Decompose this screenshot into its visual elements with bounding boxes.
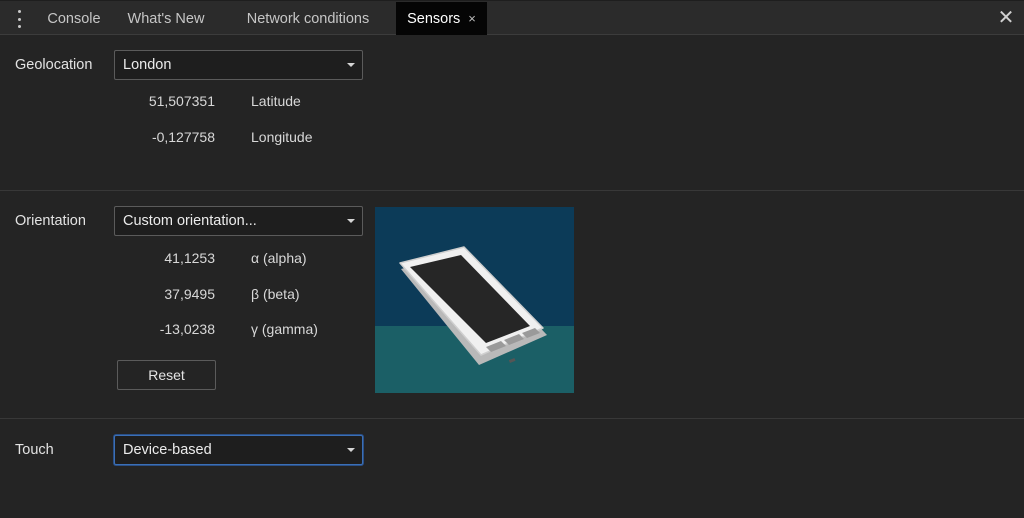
- phone-orientation-illustration: [375, 207, 574, 393]
- tab-sensors[interactable]: Sensors ×: [396, 2, 487, 35]
- tab-label: Network conditions: [246, 10, 370, 27]
- latitude-value[interactable]: 51,507351: [115, 93, 215, 109]
- touch-selected-value: Device-based: [123, 442, 212, 458]
- longitude-label: Longitude: [251, 129, 313, 145]
- latitude-label: Latitude: [251, 93, 301, 109]
- orientation-selected-value: Custom orientation...: [123, 213, 257, 229]
- gamma-value[interactable]: -13,0238: [115, 321, 215, 337]
- geolocation-label: Geolocation: [15, 57, 93, 73]
- section-divider: [0, 418, 1024, 419]
- alpha-value[interactable]: 41,1253: [115, 250, 215, 266]
- orientation-label: Orientation: [15, 213, 86, 229]
- reset-button[interactable]: Reset: [117, 360, 216, 390]
- orientation-select[interactable]: Custom orientation...: [114, 206, 363, 236]
- tab-whats-new[interactable]: What's New: [116, 2, 216, 35]
- close-icon[interactable]: ×: [468, 11, 476, 26]
- tab-label: Sensors: [407, 10, 461, 27]
- geolocation-selected-value: London: [123, 57, 172, 73]
- close-icon[interactable]: ✕: [996, 7, 1016, 29]
- geolocation-select[interactable]: London: [114, 50, 363, 80]
- orientation-preview[interactable]: [375, 207, 574, 393]
- beta-label: β (beta): [251, 286, 300, 302]
- tab-label: Console: [47, 10, 101, 27]
- reset-button-label: Reset: [148, 367, 185, 383]
- gamma-label: γ (gamma): [251, 321, 318, 337]
- touch-label: Touch: [15, 442, 54, 458]
- section-divider: [0, 190, 1024, 191]
- alpha-label: α (alpha): [251, 250, 307, 266]
- chevron-down-icon: [347, 448, 355, 452]
- chevron-down-icon: [347, 63, 355, 67]
- kebab-menu-icon[interactable]: [12, 9, 26, 29]
- tab-console[interactable]: Console: [36, 2, 112, 35]
- tab-label: What's New: [127, 10, 205, 27]
- longitude-value[interactable]: -0,127758: [115, 129, 215, 145]
- drawer-tab-bar: Console What's New Network conditions Se…: [0, 0, 1024, 35]
- beta-value[interactable]: 37,9495: [115, 286, 215, 302]
- chevron-down-icon: [347, 219, 355, 223]
- tab-network-conditions[interactable]: Network conditions: [232, 2, 384, 35]
- touch-select[interactable]: Device-based: [114, 435, 363, 465]
